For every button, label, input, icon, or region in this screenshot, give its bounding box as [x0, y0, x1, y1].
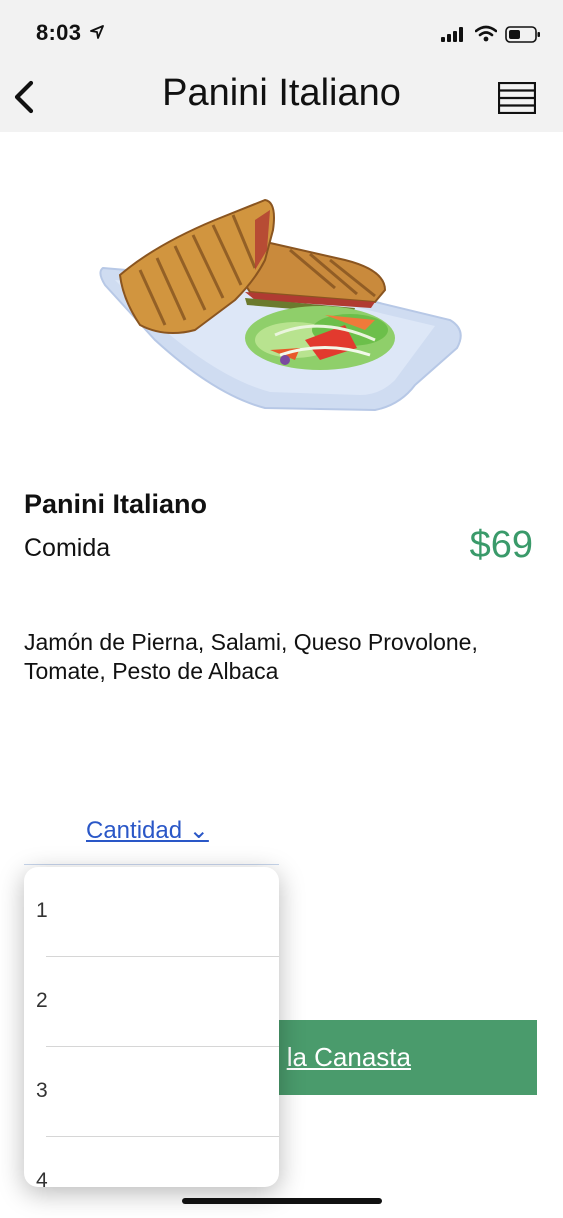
quantity-option-label: 4: [36, 1169, 48, 1187]
quantity-option-label: 1: [36, 899, 48, 922]
quantity-dropdown: 1 2 3 4: [24, 867, 279, 1187]
product-image: [99, 198, 462, 412]
quantity-option-label: 2: [36, 989, 48, 1012]
quantity-option[interactable]: 2: [24, 957, 279, 1047]
add-to-basket-label: la Canasta: [286, 1042, 411, 1072]
quantity-option[interactable]: 3: [24, 1047, 279, 1137]
location-arrow-icon: [90, 25, 104, 39]
status-time: 8:03: [36, 20, 82, 45]
quantity-option-label: 3: [36, 1079, 48, 1102]
add-to-basket-button[interactable]: la Canasta: [240, 1020, 537, 1095]
quantity-select[interactable]: Cantidad ⌄: [86, 816, 209, 845]
cellular-signal-icon: [441, 27, 463, 42]
product-name: Panini Italiano: [24, 489, 208, 519]
page-title: Panini Italiano: [162, 72, 401, 114]
menu-button[interactable]: [497, 81, 537, 115]
home-indicator: [182, 1198, 382, 1204]
quantity-option[interactable]: 4: [24, 1137, 279, 1187]
hamburger-menu-icon: [497, 81, 537, 115]
product-price: $69: [469, 524, 533, 566]
battery-icon: [505, 26, 540, 43]
product-category: Comida: [24, 534, 111, 562]
nav-bar: Panini Italiano: [0, 62, 563, 132]
quantity-option[interactable]: 1: [24, 867, 279, 957]
product-description: Jamón de Pierna, Salami, Queso Provolone…: [24, 629, 478, 684]
status-bar: 8:03: [0, 0, 563, 62]
wifi-icon: [475, 25, 497, 42]
select-underline: [24, 864, 279, 865]
